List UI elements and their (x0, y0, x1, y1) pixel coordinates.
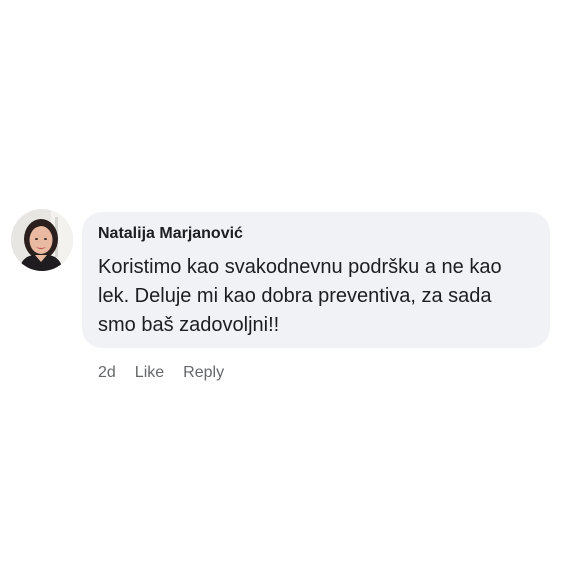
author-name[interactable]: Natalija Marjanović (98, 224, 534, 244)
reply-button[interactable]: Reply (183, 363, 224, 383)
comment-bubble: Natalija Marjanović Koristimo kao svakod… (82, 212, 550, 348)
profile-photo-icon (11, 209, 73, 271)
comment-timestamp[interactable]: 2d (98, 363, 116, 383)
comment-text: Koristimo kao svakodnevnu podršku a ne k… (98, 256, 502, 336)
like-button[interactable]: Like (135, 363, 164, 383)
comment-actions: 2d Like Reply (98, 363, 243, 383)
avatar[interactable] (11, 209, 73, 271)
